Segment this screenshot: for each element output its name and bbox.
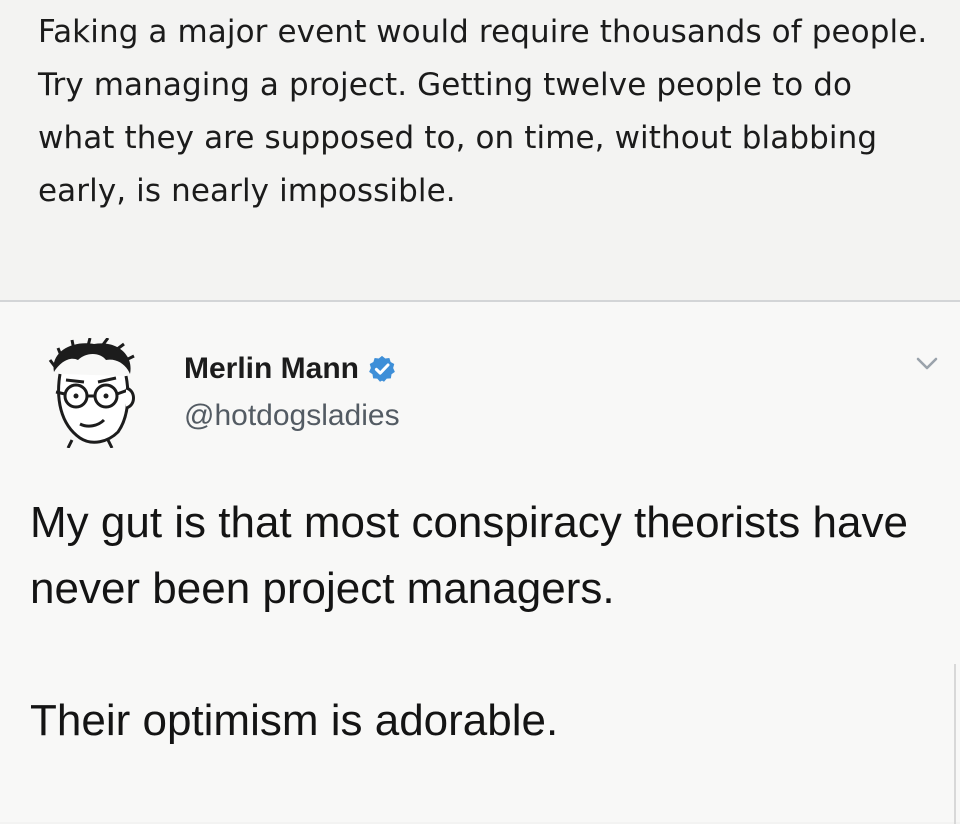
author-handle[interactable]: @hotdogsladies (184, 399, 400, 433)
tweet-card[interactable]: Merlin Mann @hotdogsladies My gut is tha… (0, 302, 960, 824)
tweet-text: My gut is that most conspiracy theorists… (30, 490, 930, 754)
chevron-down-icon[interactable] (915, 356, 939, 372)
author-name[interactable]: Merlin Mann (184, 352, 397, 386)
author-name-text[interactable]: Merlin Mann (184, 352, 359, 386)
verified-badge-icon (369, 355, 395, 382)
quote-text: Faking a major event would require thous… (38, 14, 928, 209)
tweet-paragraph: My gut is that most conspiracy theorists… (30, 498, 908, 613)
avatar[interactable] (42, 338, 138, 448)
card-edge (954, 664, 956, 824)
tweet-paragraph: Their optimism is adorable. (30, 696, 559, 745)
